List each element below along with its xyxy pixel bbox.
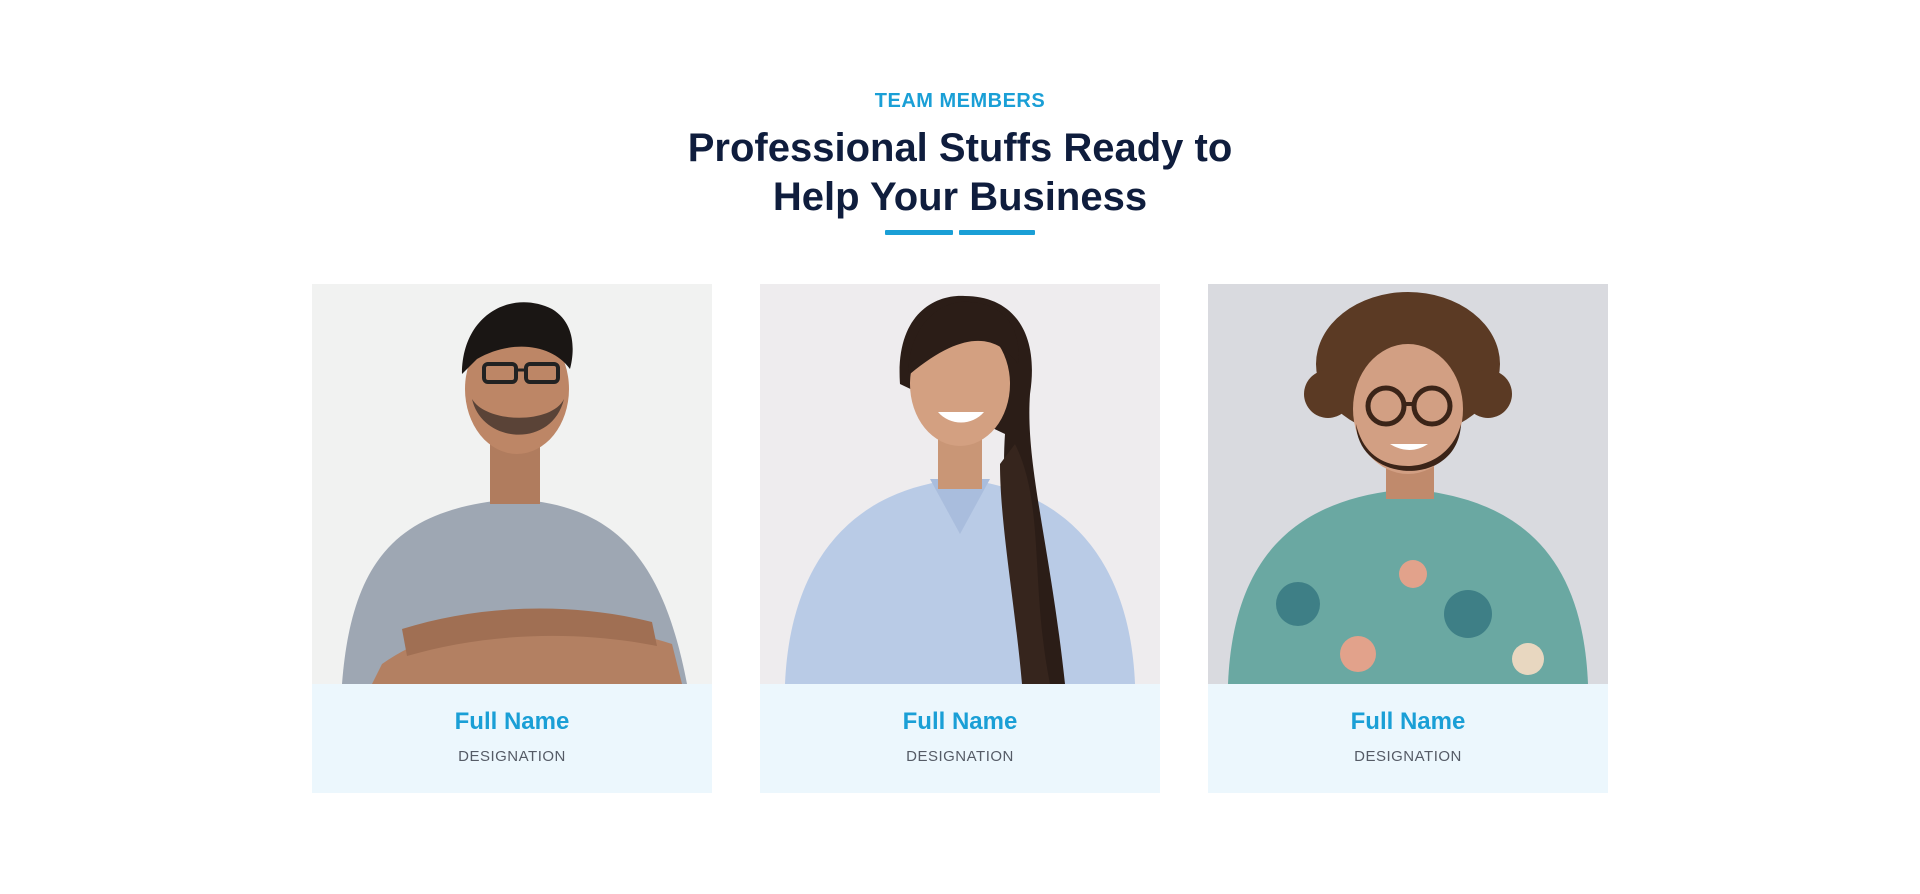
section-title-line-1: Professional Stuffs Ready to — [687, 126, 1233, 170]
member-info: Full Name DESIGNATION — [1208, 684, 1608, 793]
member-photo — [760, 284, 1160, 684]
member-name[interactable]: Full Name — [760, 708, 1160, 736]
divider-segment-left — [885, 230, 953, 235]
member-photo — [312, 284, 712, 684]
section-title-line-2: Help Your Business — [772, 175, 1148, 219]
section-title: Professional Stuffs Ready to Help Your B… — [0, 124, 1920, 222]
member-designation: DESIGNATION — [1354, 748, 1462, 765]
member-photo — [1208, 284, 1608, 684]
section-eyebrow: TEAM MEMBERS — [874, 90, 1046, 112]
member-designation: DESIGNATION — [458, 748, 566, 765]
member-info: Full Name DESIGNATION — [312, 684, 712, 793]
member-name[interactable]: Full Name — [312, 708, 712, 736]
title-divider — [885, 230, 1035, 235]
member-info: Full Name DESIGNATION — [760, 684, 1160, 793]
team-section: TEAM MEMBERS Professional Stuffs Ready t… — [0, 0, 1920, 894]
divider-segment-right — [959, 230, 1035, 235]
team-card[interactable]: Full Name DESIGNATION — [312, 284, 712, 793]
team-card[interactable]: Full Name DESIGNATION — [760, 284, 1160, 793]
member-designation: DESIGNATION — [906, 748, 1014, 765]
member-name[interactable]: Full Name — [1208, 708, 1608, 736]
team-card[interactable]: Full Name DESIGNATION — [1208, 284, 1608, 793]
